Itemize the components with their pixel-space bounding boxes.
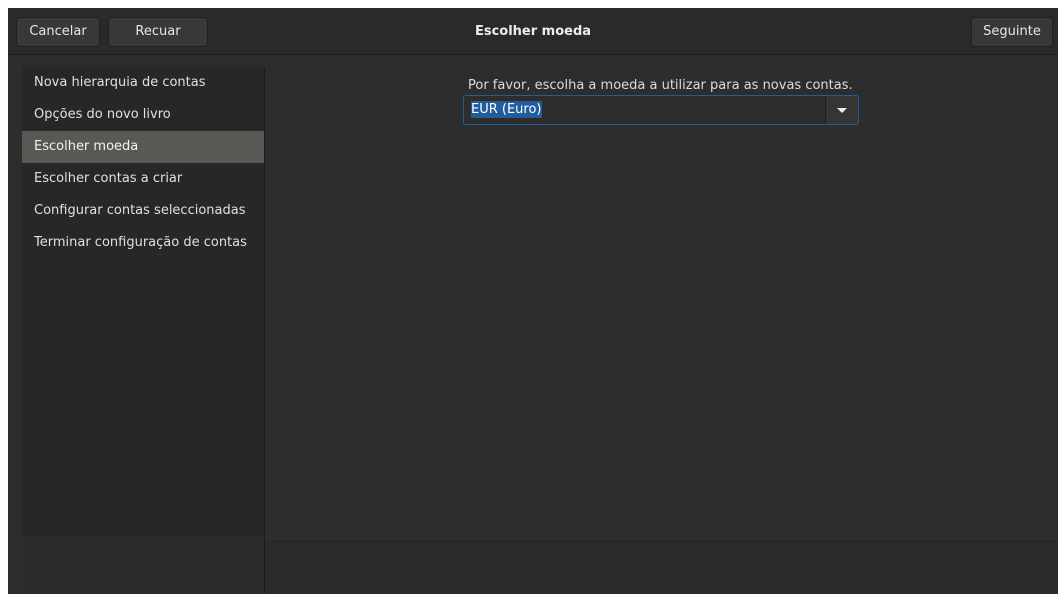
- currency-combobox[interactable]: EUR (Euro): [463, 95, 859, 125]
- sidebar-item-escolher-moeda[interactable]: Escolher moeda: [22, 131, 264, 163]
- sidebar-item-opcoes-livro[interactable]: Opções do novo livro: [22, 99, 264, 131]
- chevron-down-icon[interactable]: [826, 96, 858, 124]
- bottom-band: [266, 541, 1058, 594]
- assistant-window: Cancelar Recuar Escolher moeda Seguinte …: [8, 8, 1058, 594]
- currency-value: EUR (Euro): [471, 101, 542, 118]
- sidebar-item-escolher-contas[interactable]: Escolher contas a criar: [22, 163, 264, 195]
- cancel-button[interactable]: Cancelar: [16, 17, 100, 47]
- currency-prompt: Por favor, escolha a moeda a utilizar pa…: [468, 78, 853, 93]
- currency-entry[interactable]: EUR (Euro): [464, 96, 826, 124]
- steps-sidebar: Nova hierarquia de contas Opções do novo…: [22, 67, 265, 594]
- sidebar-item-nova-hierarquia[interactable]: Nova hierarquia de contas: [22, 67, 264, 99]
- content-area: Por favor, escolha a moeda a utilizar pa…: [266, 67, 1058, 594]
- sidebar-footer: [22, 535, 264, 594]
- sidebar-item-terminar-configuracao[interactable]: Terminar configuração de contas: [22, 227, 264, 259]
- header-bar: Cancelar Recuar Escolher moeda Seguinte: [8, 8, 1058, 55]
- sidebar-item-configurar-contas[interactable]: Configurar contas seleccionadas: [22, 195, 264, 227]
- back-button[interactable]: Recuar: [108, 17, 208, 47]
- next-button[interactable]: Seguinte: [971, 17, 1053, 47]
